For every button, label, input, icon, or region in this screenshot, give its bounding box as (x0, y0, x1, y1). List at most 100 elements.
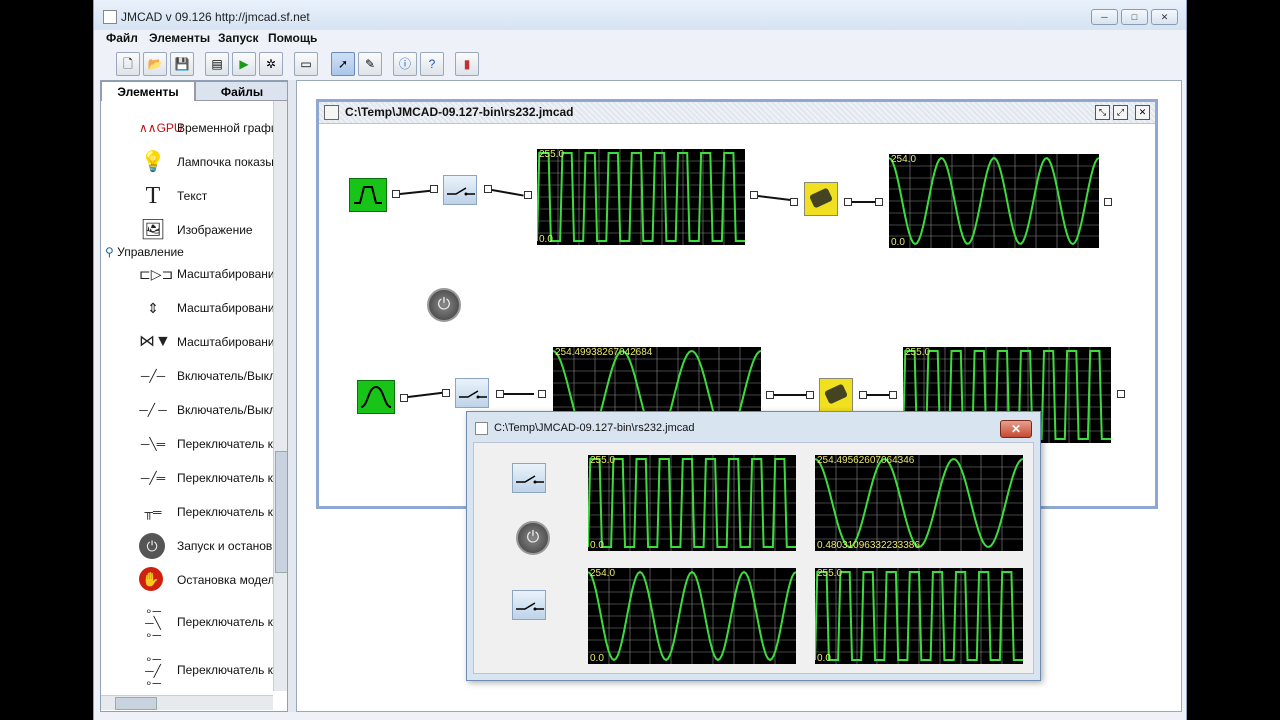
save-file-icon[interactable]: 💾 (170, 52, 194, 76)
port[interactable] (442, 389, 450, 397)
port[interactable] (1117, 390, 1125, 398)
power-button[interactable]: ⏻ (516, 521, 550, 555)
port[interactable] (496, 390, 504, 398)
open-file-icon[interactable]: 📂 (143, 52, 167, 76)
changeover-icon: ─╲═ (140, 437, 166, 451)
port[interactable] (750, 191, 758, 199)
port[interactable] (538, 390, 546, 398)
palette-item[interactable]: ─╱─ Включатель/Выкл (101, 359, 273, 393)
palette-item[interactable]: ⋈▼ Масштабирование (101, 325, 273, 359)
select-pointer-icon[interactable]: ➚ (331, 52, 355, 76)
generator-sine[interactable] (357, 380, 395, 414)
palette-horizontal-scrollbar[interactable] (101, 695, 273, 710)
info-icon[interactable]: ⓘ (393, 52, 417, 76)
minimize-button[interactable]: ─ (1091, 9, 1118, 25)
window-title: JMCAD v 09.126 http://jmcad.sf.net (121, 10, 310, 24)
power-button[interactable]: ⏻ (427, 288, 461, 322)
generator-square[interactable] (349, 178, 387, 212)
scope-trace (815, 568, 1023, 664)
text-icon: T (145, 183, 161, 209)
tab-elements[interactable]: Элементы (101, 81, 195, 101)
window-icon[interactable]: ▭ (294, 52, 318, 76)
scope-2[interactable]: 254.0 0.0 (889, 154, 1099, 248)
properties-icon[interactable]: ▤ (205, 52, 229, 76)
close-icon[interactable]: ✕ (1135, 105, 1150, 120)
palette-item[interactable]: ∘─ ─╲ ∘─ Переключатель к (101, 601, 273, 645)
palette-item[interactable]: ⇕ Масштабирование (101, 291, 273, 325)
run-dialog: C:\Temp\JMCAD-09.127-bin\rs232.jmcad ✕ ⏻… (466, 411, 1041, 681)
palette-item[interactable]: 💡 Лампочка показы (101, 145, 273, 179)
menu-help[interactable]: Помощь (268, 31, 317, 45)
palette-item[interactable]: ∧∧GPU Временной графи (101, 111, 273, 145)
dialog-scope-1[interactable]: 255.0 0.0 (588, 455, 796, 551)
rs232-block[interactable] (804, 182, 838, 216)
palette-item[interactable]: ∘─ ─╱ ∘─ Переключатель к (101, 649, 273, 691)
maximize-button[interactable]: □ (1121, 9, 1148, 25)
bar-chart-icon[interactable]: ▮ (455, 52, 479, 76)
scope-max-label: 255.0 (590, 455, 616, 466)
scope-trace (889, 154, 1099, 248)
port[interactable] (392, 190, 400, 198)
scroll-thumb[interactable] (115, 697, 157, 710)
port[interactable] (484, 185, 492, 193)
switch-on-icon: ─╱─ (140, 369, 166, 383)
port[interactable] (430, 185, 438, 193)
scope-max-label: 255.0 (905, 347, 931, 358)
scale-h-icon: ⊏▷⊐ (139, 266, 174, 282)
palette-item[interactable]: ─╱═ Переключатель к (101, 461, 273, 495)
rs232-block[interactable] (819, 378, 853, 412)
port[interactable] (889, 391, 897, 399)
menu-elements[interactable]: Элементы (149, 31, 210, 45)
toolbar: 🗋 📂 💾 ▤ ▶ ✲ ▭ ➚ ✎ ⓘ ? ▮ (94, 48, 1186, 80)
scope-max-label: 254.49562607064346 (817, 455, 915, 466)
palette-item[interactable]: T Текст (101, 179, 273, 213)
port[interactable] (1104, 198, 1112, 206)
menu-run[interactable]: Запуск (218, 31, 259, 45)
switch-control[interactable] (512, 463, 546, 493)
run-icon[interactable]: ▶ (232, 52, 256, 76)
palette-tabs: Элементы Файлы (101, 81, 287, 101)
scope-min-label: 0.0 (539, 234, 553, 245)
port[interactable] (790, 198, 798, 206)
dialog-close-button[interactable]: ✕ (1000, 420, 1032, 438)
new-file-icon[interactable]: 🗋 (116, 52, 140, 76)
dialog-scope-2[interactable]: 254.49562607064346 0.48031096332233386 (815, 455, 1023, 551)
port[interactable] (875, 198, 883, 206)
palette-item[interactable]: ─╱ ─ Включатель/Выкл (101, 393, 273, 427)
palette-item[interactable]: 🖼 Изображение (101, 213, 273, 247)
dialog-scope-4[interactable]: 255.0 0.0 (815, 568, 1023, 664)
palette-item[interactable]: ╥═ Переключатель к (101, 495, 273, 529)
scope-min-label: 0.0 (590, 540, 604, 551)
scope-min-label: 0.0 (891, 237, 905, 248)
draw-tool-icon[interactable]: ✎ (358, 52, 382, 76)
scope-max-label: 254.49938267042684 (555, 347, 653, 358)
switch-block[interactable] (443, 175, 477, 205)
restore-icon[interactable]: ⤡ (1095, 105, 1110, 120)
element-tree: ∧∧GPU Временной графи 💡 Лампочка показы … (101, 101, 273, 691)
scope-max-label: 255.0 (539, 149, 565, 160)
splitter[interactable] (288, 80, 296, 712)
switch-control[interactable] (512, 590, 546, 620)
maximize-icon[interactable]: ⤢ (1113, 105, 1128, 120)
help-icon[interactable]: ? (420, 52, 444, 76)
scope-1[interactable]: 255.0 0.0 (537, 149, 745, 245)
port[interactable] (859, 391, 867, 399)
dialog-scope-3[interactable]: 254.0 0.0 (588, 568, 796, 664)
settings-gear-icon[interactable]: ✲ (259, 52, 283, 76)
port[interactable] (524, 191, 532, 199)
port[interactable] (844, 198, 852, 206)
scroll-thumb[interactable] (275, 451, 287, 573)
palette-item[interactable]: ─╲═ Переключатель к (101, 427, 273, 461)
palette-item[interactable]: ⏻ Запуск и останов (101, 529, 273, 563)
switch-block[interactable] (455, 378, 489, 408)
palette-item[interactable]: ⊏▷⊐ Масштабирование (101, 257, 273, 291)
scope-trace (588, 455, 796, 551)
palette-item[interactable]: ✋ Остановка модел (101, 563, 273, 597)
close-button[interactable]: ✕ (1151, 9, 1178, 25)
menu-file[interactable]: Файл (106, 31, 138, 45)
port[interactable] (766, 391, 774, 399)
palette-vertical-scrollbar[interactable] (273, 101, 287, 691)
wire (399, 189, 432, 195)
tab-files[interactable]: Файлы (195, 81, 287, 101)
port[interactable] (806, 391, 814, 399)
